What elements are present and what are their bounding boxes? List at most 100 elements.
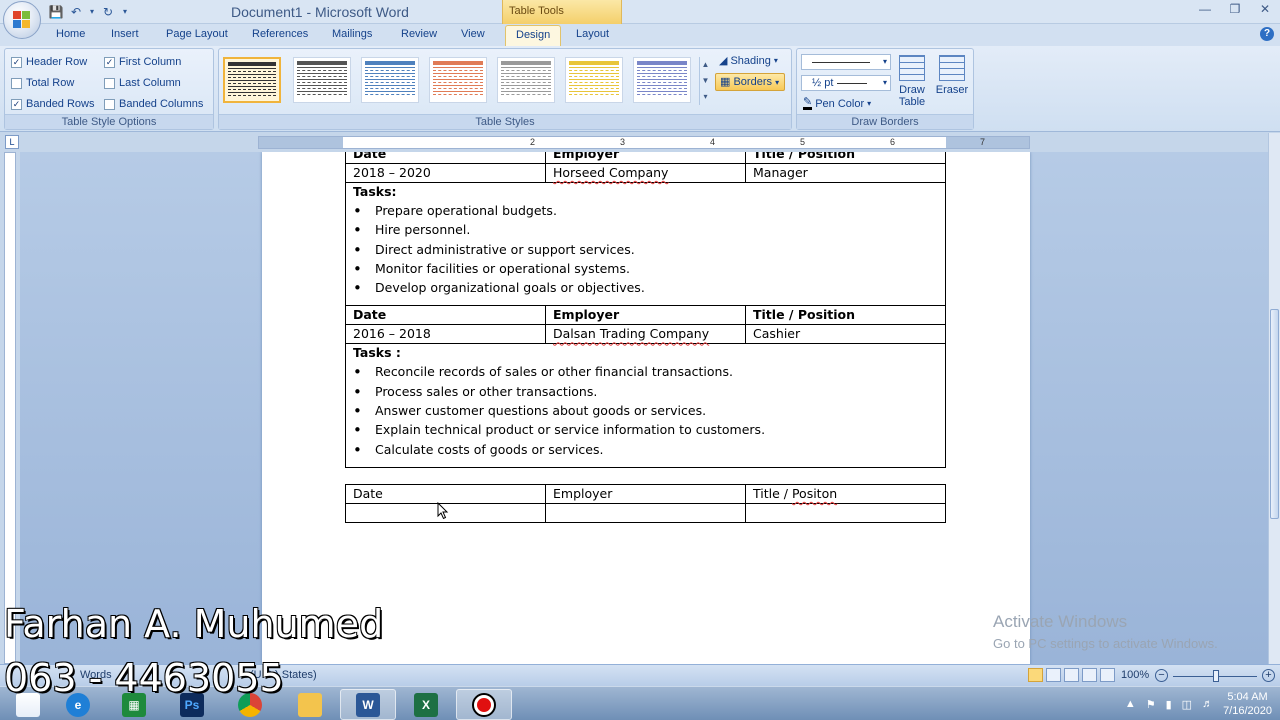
scroll-down-icon[interactable]: ▼ [700, 73, 711, 89]
tab-insert[interactable]: Insert [111, 28, 139, 40]
banded-rows-checkbox[interactable]: ✓ Banded Rows [11, 98, 95, 110]
vertical-scrollbar[interactable] [1268, 133, 1280, 664]
zoom-in-icon[interactable]: + [1262, 669, 1275, 682]
table-cell[interactable]: 2016 – 2018 [345, 324, 546, 345]
header-row-checkbox[interactable]: ✓ Header Row [11, 56, 87, 68]
table-cell[interactable]: Date [345, 484, 546, 504]
tab-page-layout[interactable]: Page Layout [166, 28, 228, 40]
table-cell[interactable]: Title / Positon [745, 484, 946, 504]
zoom-out-icon[interactable]: − [1155, 669, 1168, 682]
gallery-scroll[interactable]: ▲ ▼ ▾ [699, 57, 711, 105]
battery-icon[interactable]: ▮ [1166, 698, 1172, 711]
tab-view[interactable]: View [461, 28, 485, 40]
more-icon[interactable]: ▾ [700, 89, 711, 105]
tab-selector-icon[interactable]: L [5, 135, 19, 149]
table-cell[interactable]: Date [345, 305, 546, 326]
tasks-label: Tasks: [353, 184, 397, 199]
banded-columns-checkbox[interactable]: Banded Columns [104, 98, 203, 110]
table-cell[interactable]: Employer [545, 152, 746, 164]
pen-color-button[interactable]: ✎ Pen Color ▾ [803, 97, 871, 110]
draft-icon[interactable] [1100, 668, 1115, 682]
tab-home[interactable]: Home [56, 28, 85, 40]
outline-icon[interactable] [1082, 668, 1097, 682]
table-cell[interactable]: 2018 – 2020 [345, 163, 546, 183]
table-style-thumb[interactable] [361, 57, 419, 103]
last-column-checkbox[interactable]: Last Column [104, 77, 181, 89]
style-stripe [365, 85, 415, 89]
zoom-slider[interactable]: − + [1155, 669, 1275, 683]
table-cell[interactable]: Employer [545, 305, 746, 326]
taskbar-explorer[interactable] [282, 689, 338, 720]
first-column-checkbox[interactable]: ✓ First Column [104, 56, 181, 68]
horizontal-ruler[interactable]: 2 3 4 5 6 7 [258, 136, 1030, 149]
undo-icon[interactable]: ↶ [68, 4, 84, 20]
line-style-select[interactable]: ▾ [801, 54, 891, 70]
table-cell[interactable]: Title / Position [745, 305, 946, 326]
checkbox-icon: ✓ [104, 56, 115, 68]
page[interactable]: Date Employer Title / Position 2018 – 20… [262, 152, 1030, 664]
table-cell[interactable]: Dalsan Trading Company [545, 324, 746, 345]
line-weight-value: ½ pt [812, 77, 834, 89]
new-table[interactable]: Date Employer Title / Positon [345, 484, 946, 523]
line-weight-select[interactable]: ½ pt ▾ [801, 75, 891, 91]
scroll-up-icon[interactable]: ▲ [700, 57, 711, 73]
table-style-thumb[interactable] [633, 57, 691, 103]
ruler-number: 6 [890, 137, 896, 147]
employer-text: Dalsan Trading Company [553, 326, 710, 342]
draw-table-icon [899, 55, 925, 81]
job1-table[interactable]: Date Employer Title / Position 2018 – 20… [345, 152, 946, 468]
taskbar-recorder[interactable] [456, 689, 512, 720]
tab-layout[interactable]: Layout [576, 28, 609, 40]
scrollbar-thumb[interactable] [1270, 309, 1279, 519]
help-icon[interactable]: ? [1260, 27, 1274, 41]
table-cell[interactable]: Manager [745, 163, 946, 183]
checkbox-icon [11, 77, 22, 89]
redo-icon[interactable]: ↻ [100, 4, 116, 20]
total-row-checkbox[interactable]: Total Row [11, 77, 74, 89]
minimize-icon[interactable]: — [1190, 0, 1220, 20]
table-cell[interactable] [545, 503, 746, 523]
volume-icon[interactable]: ♬ [1202, 698, 1213, 710]
dropdown-icon[interactable]: ▾ [88, 4, 96, 20]
tab-references[interactable]: References [252, 28, 308, 40]
table-cell[interactable]: Date [345, 152, 546, 164]
network-icon[interactable]: ◫ [1182, 698, 1192, 711]
tab-mailings[interactable]: Mailings [332, 28, 372, 40]
style-stripe [228, 92, 276, 96]
style-stripe [228, 80, 276, 84]
web-layout-icon[interactable] [1064, 668, 1079, 682]
draw-table-button[interactable]: Draw Table [894, 55, 930, 108]
tasks-cell[interactable]: Tasks: Prepare operational budgets. Hire… [345, 181, 946, 307]
full-screen-reading-icon[interactable] [1046, 668, 1061, 682]
zoom-level[interactable]: 100% [1121, 669, 1149, 681]
table-style-thumb[interactable] [223, 57, 281, 103]
taskbar-excel[interactable]: X [398, 689, 454, 720]
shading-button[interactable]: ◢ Shading ▾ [719, 54, 778, 68]
eraser-button[interactable]: Eraser [934, 55, 970, 96]
tasks-cell[interactable]: Tasks : Reconcile records of sales or ot… [345, 343, 946, 468]
taskbar-word[interactable]: W [340, 689, 396, 720]
table-style-thumb[interactable] [429, 57, 487, 103]
table-cell[interactable]: Employer [545, 484, 746, 504]
zoom-knob[interactable] [1213, 670, 1219, 682]
table-cell[interactable]: Horseed Company [545, 163, 746, 183]
restore-icon[interactable]: ❐ [1220, 0, 1250, 20]
customize-qat-icon[interactable]: ▾ [120, 4, 130, 20]
office-button[interactable] [3, 1, 41, 39]
action-center-icon[interactable]: ⚑ [1146, 698, 1156, 711]
table-style-thumb[interactable] [497, 57, 555, 103]
tab-review[interactable]: Review [401, 28, 437, 40]
paint-bucket-icon: ◢ [719, 55, 728, 67]
table-cell[interactable]: Title / Position [745, 152, 946, 164]
borders-button[interactable]: ▦ Borders ▾ [715, 73, 785, 91]
save-icon[interactable]: 💾 [48, 4, 64, 20]
print-layout-icon[interactable] [1028, 668, 1043, 682]
table-cell[interactable]: Cashier [745, 324, 946, 345]
table-cell[interactable] [745, 503, 946, 523]
tab-design[interactable]: Design [505, 25, 562, 46]
show-hidden-icons-icon[interactable]: ▲ [1125, 698, 1136, 710]
table-style-thumb[interactable] [293, 57, 351, 103]
table-style-thumb[interactable] [565, 57, 623, 103]
close-icon[interactable]: ✕ [1250, 0, 1280, 20]
clock[interactable]: 5:04 AM 7/16/2020 [1223, 690, 1272, 718]
